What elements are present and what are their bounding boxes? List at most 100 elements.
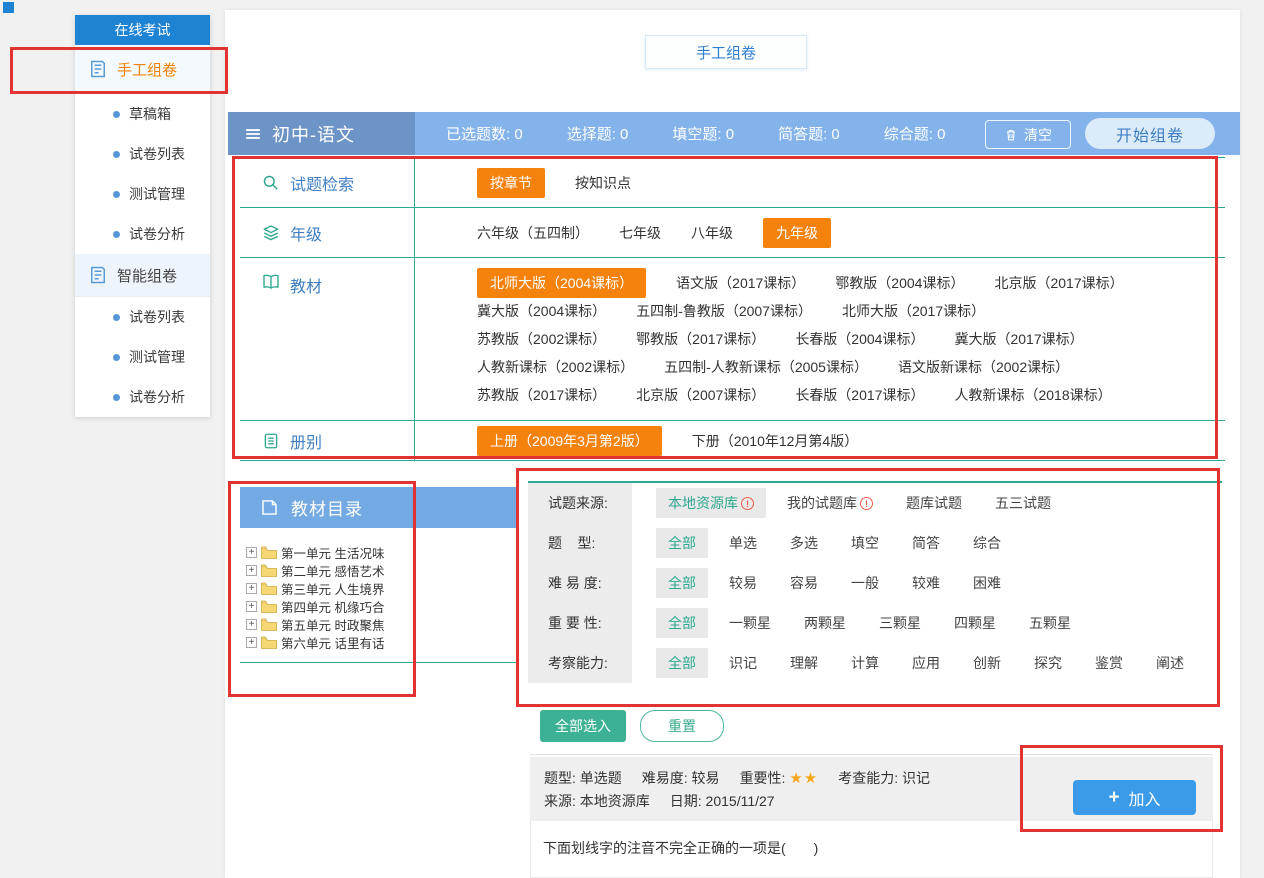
tree-node[interactable]: +第一单元 生活况味 — [246, 543, 506, 561]
filter-option[interactable]: 北师大版（2017课标） — [842, 301, 985, 321]
filter-option[interactable]: 九年级 — [763, 218, 831, 248]
tree-node[interactable]: + 第六单元 话里有话 — [246, 633, 506, 651]
sidebar-group-manual-paper[interactable]: 手工组卷 — [75, 45, 210, 94]
qfilter-option[interactable]: 一般 — [839, 568, 891, 598]
qfilter-option[interactable]: 较易 — [717, 568, 769, 598]
qfilter-option[interactable]: 四颗星 — [942, 608, 1008, 638]
filter-option[interactable]: 五四制-人教新课标（2005课标） — [664, 357, 868, 377]
filter-option[interactable]: 鄂教版（2004课标） — [835, 273, 964, 293]
filter-option[interactable]: 按章节 — [477, 168, 545, 198]
qfilter-label-question-type: 题 型: — [528, 523, 632, 563]
tree-node-label: 第六单元 话里有话 — [281, 633, 384, 652]
expand-icon[interactable]: + — [246, 565, 257, 576]
qfilter-option[interactable]: 单选 — [717, 528, 769, 558]
select-all-button[interactable]: 全部选入 — [540, 710, 626, 742]
reset-button[interactable]: 重置 — [640, 710, 724, 742]
sidebar-item-test-management[interactable]: 测试管理 — [75, 174, 210, 214]
qfilter-option[interactable]: 五颗星 — [1017, 608, 1083, 638]
sidebar-item-paper-analysis[interactable]: 试卷分析 — [75, 214, 210, 254]
filter-option[interactable]: 苏教版（2002课标） — [477, 329, 606, 349]
qfilter-option[interactable]: 全部 — [656, 608, 708, 638]
sidebar-group-smart-paper[interactable]: 智能组卷 — [75, 254, 210, 297]
sidebar-item-paper-list[interactable]: 试卷列表 — [75, 297, 210, 337]
tree-node[interactable]: +第二单元 感悟艺术 — [246, 561, 506, 579]
filter-option[interactable]: 语文版新课标（2002课标） — [898, 357, 1069, 377]
expand-icon[interactable]: + — [246, 547, 257, 558]
qfilter-option[interactable]: 全部 — [656, 648, 708, 678]
qfilter-option[interactable]: 综合 — [961, 528, 1013, 558]
filter-option[interactable]: 人教新课标（2002课标） — [477, 357, 634, 377]
qfilter-option[interactable]: 题库试题 — [894, 488, 974, 518]
qfilter-option[interactable]: 全部 — [656, 568, 708, 598]
qfilter-option[interactable]: 理解 — [778, 648, 830, 678]
qfilter-option-label: 理解 — [790, 653, 818, 673]
start-compose-button[interactable]: 开始组卷 — [1085, 118, 1215, 149]
tree-node[interactable]: +第四单元 机缘巧合 — [246, 597, 506, 615]
sidebar-item-paper-list[interactable]: 试卷列表 — [75, 134, 210, 174]
filter-option[interactable]: 北师大版（2004课标） — [477, 268, 646, 298]
expand-icon[interactable]: + — [246, 601, 257, 612]
paper-toolbar: 初中-语文 已选题数: 0选择题: 0填空题: 0简答题: 0综合题: 0 清空… — [228, 112, 1240, 155]
qfilter-option[interactable]: 困难 — [961, 568, 1013, 598]
filter-option[interactable]: 按知识点 — [575, 173, 631, 193]
sidebar-item-drafts[interactable]: 草稿箱 — [75, 94, 210, 134]
catalog-divider — [240, 662, 518, 663]
add-question-button[interactable]: + 加入 — [1073, 780, 1196, 815]
qfilter-option[interactable]: 一颗星 — [717, 608, 783, 638]
sidebar-item-test-management[interactable]: 测试管理 — [75, 337, 210, 377]
filter-option[interactable]: 冀大版（2017课标） — [954, 329, 1083, 349]
filter-option[interactable]: 冀大版（2004课标） — [477, 301, 606, 321]
qfilter-option[interactable]: 较难 — [900, 568, 952, 598]
qfilter-option-label: 两颗星 — [804, 613, 846, 633]
filter-option[interactable]: 五四制-鲁教版（2007课标） — [636, 301, 812, 321]
qfilter-option[interactable]: 我的试题库! — [775, 488, 885, 518]
sidebar-item-paper-analysis[interactable]: 试卷分析 — [75, 377, 210, 417]
qfilter-option[interactable]: 本地资源库! — [656, 488, 766, 518]
qfilter-option[interactable]: 简答 — [900, 528, 952, 558]
folder-icon — [261, 546, 277, 559]
tree-node[interactable]: +第五单元 时政聚焦 — [246, 615, 506, 633]
qfilter-option[interactable]: 探究 — [1022, 648, 1074, 678]
filter-option[interactable]: 上册（2009年3月第2版） — [477, 426, 662, 456]
expand-icon[interactable]: + — [246, 637, 257, 648]
qfilter-option[interactable]: 多选 — [778, 528, 830, 558]
filter-option[interactable]: 人教新课标（2018课标） — [954, 385, 1111, 405]
qfilter-option[interactable]: 三颗星 — [867, 608, 933, 638]
qfilter-option[interactable]: 阐述 — [1144, 648, 1196, 678]
qfilter-options-question-type: 全部单选多选填空简答综合 — [632, 528, 1022, 558]
filter-option[interactable]: 下册（2010年12月第4版） — [692, 431, 859, 451]
qfilter-option[interactable]: 计算 — [839, 648, 891, 678]
qfilter-option[interactable]: 全部 — [656, 528, 708, 558]
qfilter-option[interactable]: 五三试题 — [983, 488, 1063, 518]
qfilter-option[interactable]: 鉴赏 — [1083, 648, 1135, 678]
filter-option[interactable]: 长春版（2004课标） — [795, 329, 924, 349]
filter-option[interactable]: 鄂教版（2017课标） — [636, 329, 765, 349]
stars-icon: ★★ — [789, 770, 818, 787]
catalog-tree: +第一单元 生活况味+第二单元 感悟艺术+第三单元 人生境界+第四单元 机缘巧合… — [246, 543, 506, 651]
qfilter-option[interactable]: 容易 — [778, 568, 830, 598]
qfilter-option[interactable]: 填空 — [839, 528, 891, 558]
sidebar-header: 在线考试 — [75, 15, 210, 45]
qfilter-option[interactable]: 创新 — [961, 648, 1013, 678]
expand-icon[interactable]: + — [246, 583, 257, 594]
filter-option[interactable]: 七年级 — [619, 223, 661, 243]
filter-label-volume: 册别 — [240, 421, 415, 460]
filter-option[interactable]: 北京版（2017课标） — [994, 273, 1123, 293]
qfilter-option[interactable]: 应用 — [900, 648, 952, 678]
filter-option[interactable]: 六年级（五四制） — [477, 223, 589, 243]
tab-manual-paper[interactable]: 手工组卷 — [645, 35, 807, 69]
folder-icon — [261, 618, 277, 631]
clear-button[interactable]: 清空 — [985, 120, 1071, 149]
tree-node[interactable]: +第三单元 人生境界 — [246, 579, 506, 597]
qfilter-option[interactable]: 两颗星 — [792, 608, 858, 638]
filter-option[interactable]: 长春版（2017课标） — [795, 385, 924, 405]
filter-option[interactable]: 北京版（2007课标） — [636, 385, 765, 405]
qfilter-options-difficulty: 全部较易容易一般较难困难 — [632, 568, 1022, 598]
filter-option[interactable]: 语文版（2017课标） — [676, 273, 805, 293]
qfilter-option[interactable]: 识记 — [717, 648, 769, 678]
expand-icon[interactable]: + — [246, 619, 257, 630]
filter-option[interactable]: 八年级 — [691, 223, 733, 243]
qfilter-options-importance: 全部一颗星 两颗星 三颗星四颗星五颗星 — [632, 608, 1092, 638]
filter-option[interactable]: 苏教版（2017课标） — [477, 385, 606, 405]
qfilter-label-source: 试题来源: — [528, 483, 632, 523]
